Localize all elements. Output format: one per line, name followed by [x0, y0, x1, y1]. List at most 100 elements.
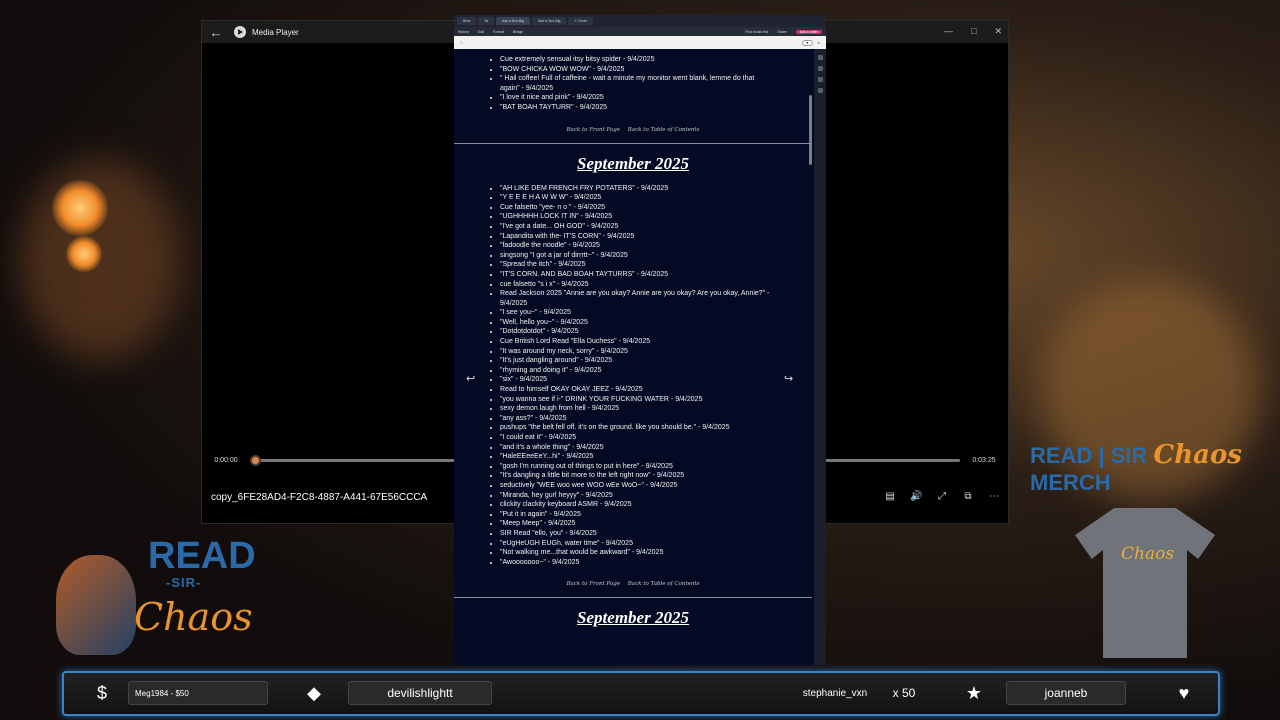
section-divider [454, 597, 812, 599]
menu-history[interactable]: History [458, 30, 469, 34]
diamond-icon: ◆ [307, 682, 321, 703]
window-controls: — □ ✕ [944, 26, 1002, 37]
lantern-icon [66, 236, 102, 272]
ask-writer-button[interactable]: Ask a writer [795, 29, 822, 34]
list-item: Cue extremely sensual itsy bitsy spider … [500, 55, 770, 65]
list-item: "Well, hello you~" - 9/4/2025 [500, 318, 770, 328]
merch-chaos: Chaos [1153, 440, 1242, 470]
browser-sidebar [814, 49, 826, 665]
browser-tab[interactable]: Brea [457, 17, 477, 25]
subtitles-icon[interactable]: ▤ [884, 491, 896, 502]
list-item: "Lapandita with the- IT'S CORN" - 9/4/20… [500, 232, 770, 242]
gift-user: stephanie_vxn [802, 687, 868, 699]
list-item: "gosh I'm running out of things to put i… [500, 462, 770, 472]
list-item: "Dotdotdotdot" - 9/4/2025 [500, 327, 770, 337]
browser-tab[interactable]: Add a Sco-Blg [532, 17, 567, 25]
list-item: sexy demon laugh from hell - 9/4/2025 [500, 404, 770, 414]
list-item: seductively "WEE woo wee WOO wEe WoO~" -… [500, 481, 770, 491]
list-item: "and it's a whole thing" - 9/4/2025 [500, 443, 770, 453]
quote-list-top: Cue extremely sensual itsy bitsy spider … [500, 55, 770, 113]
next-page-arrow-icon[interactable]: ↪ [784, 372, 793, 385]
dollar-icon: $ [96, 682, 107, 703]
browser-tab[interactable]: + Cover [568, 17, 593, 25]
prev-page-arrow-icon[interactable]: ↩ [466, 372, 475, 385]
browser-tab-active[interactable]: Ask a Sco-Blg [496, 17, 531, 25]
menu-edit[interactable]: Edit [478, 30, 484, 34]
close-icon[interactable]: ✕ [817, 41, 820, 45]
latest-subscriber: devilishlightt [348, 681, 492, 705]
volume-icon[interactable]: 🔊 [910, 491, 922, 502]
menu-share[interactable]: Share [777, 30, 786, 34]
browser-menu-bar: History Edit Format Bridge Find books li… [454, 27, 826, 36]
list-item: Cue British Lord Read "Ella Duchess" - 9… [500, 337, 770, 347]
page-content: Cue extremely sensual itsy bitsy spider … [454, 49, 812, 665]
list-item: "Meep Meep" - 9/4/2025 [500, 519, 770, 529]
media-filename: copy_6FE28AD4-F2C8-4887-A441-67E56CCCA [211, 492, 428, 503]
fullscreen-icon[interactable]: ⤢ [936, 491, 948, 502]
list-item: "Put it in again" - 9/4/2025 [500, 510, 770, 520]
back-toc-link[interactable]: Back to Table of Contents [628, 127, 700, 133]
current-time: 0:00:00 [214, 456, 238, 464]
minimize-icon[interactable]: — [944, 26, 953, 37]
browser-window: Brea Ta Ask a Sco-Blg Add a Sco-Blg + Co… [454, 15, 826, 665]
month-heading: September 2025 [577, 608, 689, 628]
gift-count: x 50 [892, 686, 916, 700]
more-options-icon[interactable]: ⋯ [988, 491, 1000, 502]
latest-donation: Meg1984 - $50 [128, 681, 268, 705]
list-item: "eUgHeUGH EUGh, water time" - 9/4/2025 [500, 539, 770, 549]
list-item: "It was around my neck, sorry" - 9/4/202… [500, 347, 770, 357]
list-item: "fadoodle the noodle" - 9/4/2025 [500, 241, 770, 251]
list-item: "AH LIKE DEM FRENCH FRY POTATERS" - 9/4/… [500, 184, 770, 194]
list-item: "It's just dangling around" - 9/4/2025 [500, 356, 770, 366]
miniplayer-icon[interactable]: ⧉ [962, 491, 974, 502]
list-item: SIR Read "ello, you" - 9/4/2025 [500, 529, 770, 539]
tshirt-image: Chaos [1075, 508, 1215, 658]
merch-prefix: READ | SIR [1030, 443, 1148, 468]
sidebar-tool-icon[interactable] [817, 55, 823, 60]
list-item: "IT'S CORN. AND BAD BOAH TAYTURRS" - 9/4… [500, 270, 770, 280]
list-item: "HaleEEeeEeY...hi" - 9/4/2025 [500, 452, 770, 462]
section-nav-links: Back to Front Page Back to Table of Cont… [454, 127, 812, 133]
heart-icon: ♥ [1178, 682, 1190, 703]
player-controls: ▤ 🔊 ⤢ ⧉ ⋯ [884, 491, 1000, 502]
back-arrow-icon[interactable]: ← [202, 25, 230, 40]
list-item: "I've got a date... OH GOD" - 9/4/2025 [500, 222, 770, 232]
list-item: "six" - 9/4/2025 [500, 375, 770, 385]
sidebar-tool-icon[interactable] [817, 88, 823, 93]
close-icon[interactable]: ✕ [994, 26, 1002, 37]
menu-format[interactable]: Format [493, 30, 504, 34]
logo-chaos-text: Chaos [134, 595, 253, 639]
sidebar-tool-icon[interactable] [817, 77, 823, 82]
latest-follower: joanneb [1006, 681, 1126, 705]
list-item: pushups "the belt fell off. it's on the … [500, 423, 770, 433]
list-item: "Awooooooo~" - 9/4/2025 [500, 558, 770, 568]
list-item: clickity clackity keyboard ASMR - 9/4/20… [500, 500, 770, 510]
maximize-icon[interactable]: □ [971, 26, 976, 37]
browser-tab[interactable]: Ta [478, 17, 495, 25]
back-front-page-link[interactable]: Back to Front Page [566, 581, 620, 587]
logo-sir-text: -SIR- [166, 575, 202, 590]
total-time: 0:03:25 [972, 456, 996, 464]
sidebar-tool-icon[interactable] [817, 66, 823, 71]
list-item: "BAT BOAH TAYTURR" - 9/4/2025 [500, 103, 770, 113]
lantern-icon [52, 180, 108, 236]
menu-bridge[interactable]: Bridge [513, 30, 523, 34]
merch-suffix: MERCH [1030, 470, 1111, 495]
list-item: "Miranda, hey gurl heyyy" - 9/4/2025 [500, 491, 770, 501]
logo-read-text: READ [148, 535, 256, 577]
list-item: Read to himself OKAY OKAY JEEZ - 9/4/202… [500, 385, 770, 395]
menu-find[interactable]: Find books link [745, 30, 768, 34]
list-item: Cue falsetto "yee- n o " - 9/4/2025 [500, 203, 770, 213]
back-toc-link[interactable]: Back to Table of Contents [628, 581, 700, 587]
list-item: "It's dangling a little bit more to the … [500, 471, 770, 481]
star-icon: ★ [965, 682, 983, 703]
avatar [56, 555, 136, 655]
view-button[interactable]: ▼ [801, 39, 814, 46]
quote-list: "AH LIKE DEM FRENCH FRY POTATERS" - 9/4/… [500, 184, 770, 568]
back-front-page-link[interactable]: Back to Front Page [566, 127, 620, 133]
browser-address-bar[interactable]: □ ▼ ✕ [454, 36, 826, 49]
month-heading: September 2025 [577, 153, 689, 173]
list-item: "rhyming and doing it" - 9/4/2025 [500, 366, 770, 376]
seek-thumb[interactable] [250, 454, 261, 466]
doc-icon: □ [460, 40, 463, 45]
